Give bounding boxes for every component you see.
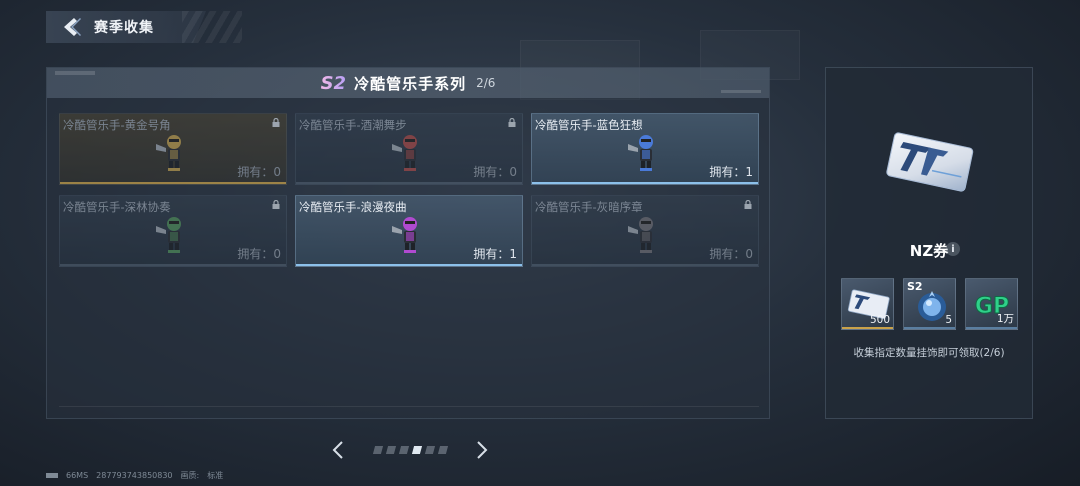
series-header: S2 冷酷管乐手系列 2/6 [47, 68, 769, 98]
card-underline [296, 182, 522, 184]
header-decoration [182, 11, 242, 43]
card-underline [532, 182, 758, 184]
pendant-figure-icon [152, 212, 196, 256]
pendant-card[interactable]: 冷酷管乐手-灰暗序章 拥有：0 [531, 195, 759, 267]
chevron-left-icon [332, 441, 343, 459]
reward-item-gp[interactable]: GP 1万 [965, 278, 1018, 330]
lock-icon [272, 200, 280, 209]
card-underline [532, 264, 758, 266]
series-title: 冷酷管乐手系列 [354, 74, 467, 93]
reward-items: 500 S2 5 GP 1万 [841, 278, 1018, 330]
pendant-card[interactable]: 冷酷管乐手-浪漫夜曲 拥有：1 [295, 195, 523, 267]
uid-text: 287793743850830 [96, 471, 173, 480]
ping-text: 66MS [66, 471, 89, 480]
item-count: 5 [945, 314, 952, 326]
info-icon[interactable]: i [946, 242, 960, 256]
pendant-card[interactable]: 冷酷管乐手-黄金号角 拥有：0 [59, 113, 287, 185]
prev-page-button[interactable] [330, 438, 346, 462]
divider [59, 406, 759, 407]
owned-count: 拥有：0 [237, 247, 281, 261]
page-dot[interactable] [385, 446, 396, 454]
owned-count: 拥有：0 [709, 247, 753, 261]
chevron-right-icon [477, 441, 488, 459]
owned-count: 拥有：0 [237, 165, 281, 179]
next-page-button[interactable] [474, 438, 490, 462]
season-badge: S2 [320, 72, 347, 94]
item-underline [904, 327, 955, 329]
back-button[interactable] [58, 14, 84, 40]
owned-count: 拥有：0 [473, 165, 517, 179]
pendant-grid: 冷酷管乐手-黄金号角 拥有：0 冷酷管乐手-酒潮舞步 拥有：0 冷酷管乐手-蓝色… [59, 113, 759, 267]
lock-icon [272, 118, 280, 127]
pendant-figure-icon [152, 130, 196, 174]
pendant-card[interactable]: 冷酷管乐手-蓝色狂想 拥有：1 [531, 113, 759, 185]
item-underline [966, 327, 1017, 329]
quality-value: 标准 [207, 471, 224, 480]
reward-panel: NZ券 i 500 S2 5 GP 1万 收集指定数量挂饰即可领取(2/6) [825, 67, 1033, 419]
lock-icon [744, 200, 752, 209]
item-count: 500 [869, 314, 890, 326]
item-underline [842, 327, 893, 329]
season-label: S2 [907, 280, 923, 293]
page-dot[interactable] [424, 446, 435, 454]
pagination [330, 438, 490, 462]
status-footer: 66MS 287793743850830 画质: 标准 [46, 470, 223, 481]
collection-panel: S2 冷酷管乐手系列 2/6 冷酷管乐手-黄金号角 拥有：0 冷酷管乐手-酒潮舞… [46, 67, 770, 419]
page-dot[interactable] [437, 446, 448, 454]
pendant-figure-icon [624, 212, 668, 256]
series-progress: 2/6 [476, 76, 496, 90]
item-count: 1万 [996, 313, 1014, 325]
reward-description: 收集指定数量挂饰即可领取(2/6) [853, 347, 1005, 359]
header-decoration [55, 71, 95, 75]
header-decoration [721, 90, 761, 93]
owned-count: 拥有：1 [473, 247, 517, 261]
pendant-figure-icon [388, 130, 432, 174]
page-title: 赛季收集 [94, 20, 154, 36]
reward-name: NZ券 [909, 242, 949, 260]
card-underline [296, 264, 522, 266]
pendant-card[interactable]: 冷酷管乐手-酒潮舞步 拥有：0 [295, 113, 523, 185]
page-dot[interactable] [398, 446, 409, 454]
lock-icon [508, 118, 516, 127]
page-dots [372, 446, 448, 454]
pendant-figure-icon [624, 130, 668, 174]
reward-item-blue-orb[interactable]: S2 5 [903, 278, 956, 330]
page-dot[interactable] [411, 446, 422, 454]
back-arrow-icon [64, 18, 81, 36]
quality-label: 画质: [180, 471, 200, 480]
signal-icon [46, 473, 58, 478]
reward-item-nz-ticket[interactable]: 500 [841, 278, 894, 330]
owned-count: 拥有：1 [709, 165, 753, 179]
nz-ticket-icon [886, 132, 974, 192]
card-underline [60, 182, 286, 184]
pendant-card[interactable]: 冷酷管乐手-深林协奏 拥有：0 [59, 195, 287, 267]
page-dot[interactable] [372, 446, 383, 454]
pendant-figure-icon [388, 212, 432, 256]
card-underline [60, 264, 286, 266]
